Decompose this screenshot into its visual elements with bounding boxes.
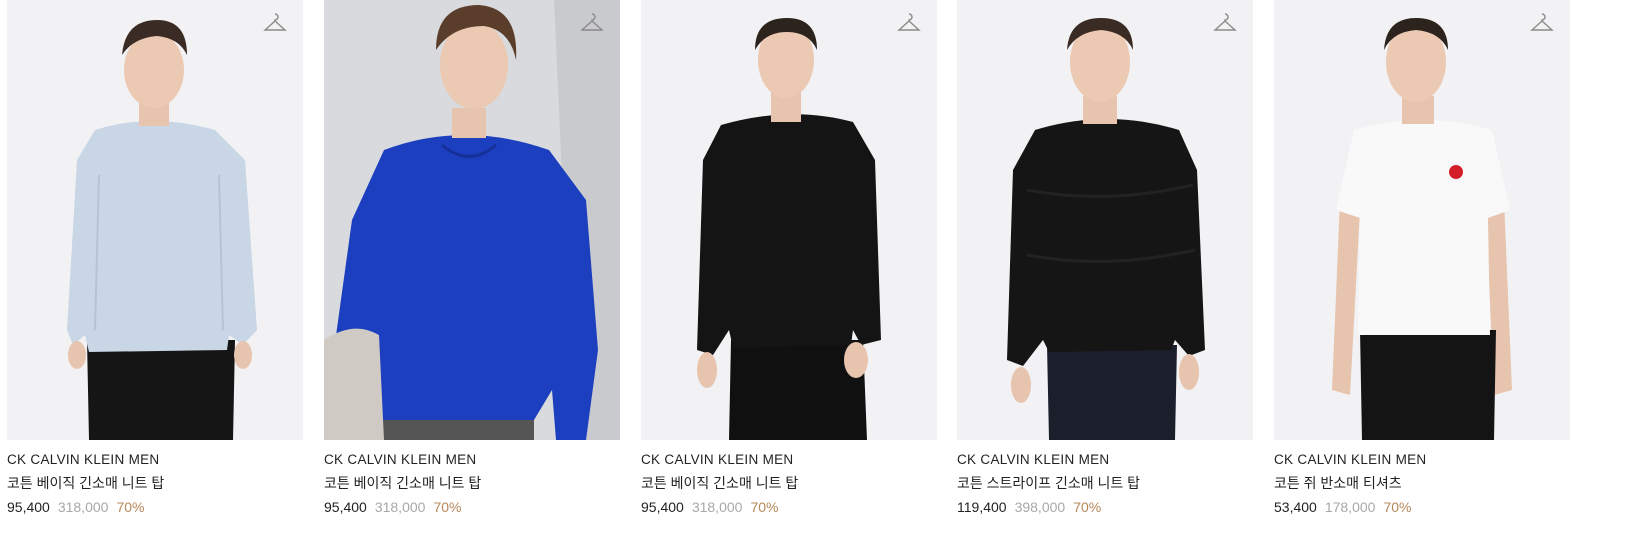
product-prices: 119,400 398,000 70% [957, 499, 1253, 515]
model-white-tshirt [1274, 0, 1570, 440]
model-light-blue-sweater [7, 0, 303, 440]
product-brand: CK CALVIN KLEIN MEN [1274, 452, 1427, 467]
sale-price: 53,400 [1274, 499, 1317, 515]
product-card[interactable]: CK CALVIN KLEIN MEN 코튼 베이직 긴소매 니트 탑 95,4… [7, 0, 303, 545]
sale-price: 95,400 [7, 499, 50, 515]
hanger-icon[interactable] [263, 12, 287, 34]
product-name[interactable]: 코튼 쥐 반소매 티셔츠 [1274, 473, 1570, 493]
original-price: 318,000 [57, 499, 109, 515]
model-cobalt-blue-sweater [324, 0, 620, 440]
discount-rate: 70% [750, 499, 779, 515]
product-brand: CK CALVIN KLEIN MEN [324, 452, 477, 467]
product-prices: 95,400 318,000 70% [641, 499, 937, 515]
original-price: 178,000 [1324, 499, 1376, 515]
product-name[interactable]: 코튼 스트라이프 긴소매 니트 탑 [957, 473, 1253, 493]
product-brand: CK CALVIN KLEIN MEN [641, 452, 794, 467]
product-brand: CK CALVIN KLEIN MEN [7, 452, 160, 467]
product-brand: CK CALVIN KLEIN MEN [957, 452, 1110, 467]
product-prices: 95,400 318,000 70% [7, 499, 303, 515]
discount-rate: 70% [1073, 499, 1102, 515]
product-card[interactable]: CK CALVIN KLEIN MEN 코튼 베이직 긴소매 니트 탑 95,4… [324, 0, 620, 545]
sale-price: 95,400 [641, 499, 684, 515]
sale-price: 119,400 [957, 499, 1007, 515]
product-name[interactable]: 코튼 베이직 긴소매 니트 탑 [7, 473, 303, 493]
product-grid: CK CALVIN KLEIN MEN 코튼 베이직 긴소매 니트 탑 95,4… [0, 0, 1642, 545]
mouse-logo [1449, 165, 1463, 179]
discount-rate: 70% [1383, 499, 1412, 515]
sale-price: 95,400 [324, 499, 367, 515]
hanger-icon[interactable] [1213, 12, 1237, 34]
hanger-icon[interactable] [1530, 12, 1554, 34]
product-image[interactable] [1274, 0, 1570, 440]
product-card[interactable]: CK CALVIN KLEIN MEN 코튼 베이직 긴소매 니트 탑 95,4… [641, 0, 937, 545]
product-name[interactable]: 코튼 베이직 긴소매 니트 탑 [324, 473, 620, 493]
product-prices: 95,400 318,000 70% [324, 499, 620, 515]
product-image[interactable] [641, 0, 937, 440]
original-price: 318,000 [374, 499, 426, 515]
discount-rate: 70% [433, 499, 462, 515]
product-prices: 53,400 178,000 70% [1274, 499, 1570, 515]
product-card[interactable]: CK CALVIN KLEIN MEN 코튼 스트라이프 긴소매 니트 탑 11… [957, 0, 1253, 545]
product-name[interactable]: 코튼 베이직 긴소매 니트 탑 [641, 473, 937, 493]
product-image[interactable] [324, 0, 620, 440]
model-black-sweater [641, 0, 937, 440]
product-image[interactable] [957, 0, 1253, 440]
original-price: 318,000 [691, 499, 743, 515]
hanger-icon[interactable] [897, 12, 921, 34]
hanger-icon[interactable] [580, 12, 604, 34]
product-card[interactable]: CK CALVIN KLEIN MEN 코튼 쥐 반소매 티셔츠 53,400 1… [1274, 0, 1570, 545]
original-price: 398,000 [1014, 499, 1066, 515]
discount-rate: 70% [116, 499, 145, 515]
product-image[interactable] [7, 0, 303, 440]
model-black-stripe-sweater [957, 0, 1253, 440]
